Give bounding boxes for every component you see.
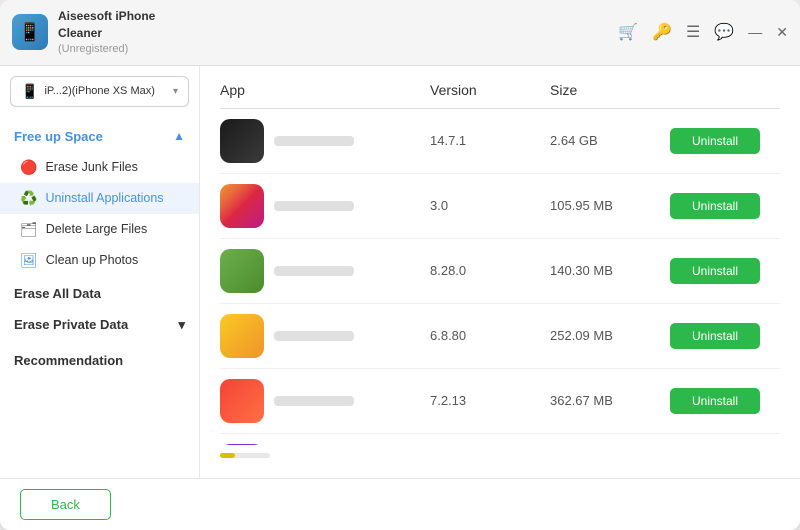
chevron-down-private-icon: ▾	[178, 317, 185, 333]
sidebar-item-clean-photos[interactable]: 🖼 Clean up Photos	[0, 245, 199, 276]
app-name-blurred	[274, 266, 354, 276]
col-version-header: Version	[430, 82, 550, 98]
uninstall-icon: ♻️	[20, 190, 37, 207]
recommendation-label: Recommendation	[14, 353, 123, 368]
close-button[interactable]: ✕	[776, 24, 788, 41]
main-panel: App Version Size 14.7.1 2.64 GB Uninstal…	[200, 66, 800, 478]
free-up-space-section[interactable]: Free up Space ▲	[0, 121, 199, 152]
version-cell: 6.8.80	[430, 328, 550, 343]
erase-icon: 🔴	[20, 159, 37, 176]
uninstall-button[interactable]: Uninstall	[670, 388, 760, 414]
app-icon-thumb	[220, 184, 264, 228]
uninstall-button[interactable]: Uninstall	[670, 258, 760, 284]
erase-all-label: Erase All Data	[14, 286, 101, 301]
pin-icon[interactable]: 🔑	[652, 22, 672, 42]
uninstall-button[interactable]: Uninstall	[670, 193, 760, 219]
size-cell: 362.67 MB	[550, 393, 670, 408]
app-icon-thumb	[220, 379, 264, 423]
main-content: 📱 iP...2)(iPhone XS Max) ▾ Free up Space…	[0, 66, 800, 478]
app-info-cell	[220, 379, 430, 423]
app-title: Aiseesoft iPhone Cleaner (Unregistered)	[58, 8, 155, 57]
app-icon-thumb	[220, 314, 264, 358]
col-app-header: App	[220, 82, 430, 98]
uninstall-button[interactable]: Uninstall	[670, 323, 760, 349]
title-bar: 📱 Aiseesoft iPhone Cleaner (Unregistered…	[0, 0, 800, 66]
collapse-arrow-icon: ▲	[173, 129, 185, 143]
app-name-blurred	[274, 136, 354, 146]
minimize-button[interactable]: —	[748, 24, 762, 40]
table-row: 9.21.1 1.28 GB Uninstall	[220, 434, 780, 445]
recommendation-section[interactable]: Recommendation	[0, 343, 199, 374]
uninstall-label: Uninstall Applications	[45, 191, 163, 205]
cleanup-icon: 🖼	[20, 252, 38, 269]
size-cell: 140.30 MB	[550, 263, 670, 278]
menu-icon[interactable]: ☰	[686, 22, 700, 42]
free-up-space-label: Free up Space	[14, 129, 103, 144]
progress-area	[220, 445, 780, 462]
table-row: 7.2.13 362.67 MB Uninstall	[220, 369, 780, 434]
col-size-header: Size	[550, 82, 670, 98]
chevron-down-icon: ▾	[173, 86, 178, 97]
uninstall-button[interactable]: Uninstall	[670, 128, 760, 154]
erase-private-label: Erase Private Data	[14, 317, 128, 332]
size-cell: 105.95 MB	[550, 198, 670, 213]
erase-private-data-section[interactable]: Erase Private Data ▾	[0, 307, 199, 343]
app-icon-thumb	[220, 119, 264, 163]
progress-bar-fill	[220, 453, 235, 458]
app-info-cell	[220, 184, 430, 228]
device-icon: 📱	[21, 83, 38, 100]
version-cell: 7.2.13	[430, 393, 550, 408]
app-window: 📱 Aiseesoft iPhone Cleaner (Unregistered…	[0, 0, 800, 530]
erase-all-data-section[interactable]: Erase All Data	[0, 276, 199, 307]
bottom-bar: Back	[0, 478, 800, 530]
delete-large-label: Delete Large Files	[46, 222, 147, 236]
device-selector[interactable]: 📱 iP...2)(iPhone XS Max) ▾	[10, 76, 189, 107]
progress-bar	[220, 453, 270, 458]
title-bar-controls: 🛒 🔑 ☰ 💬 — ✕	[618, 22, 788, 42]
table-row: 6.8.80 252.09 MB Uninstall	[220, 304, 780, 369]
sidebar-item-uninstall-apps[interactable]: ♻️ Uninstall Applications	[0, 183, 199, 214]
app-info-cell	[220, 249, 430, 293]
version-cell: 8.28.0	[430, 263, 550, 278]
version-cell: 14.7.1	[430, 133, 550, 148]
app-name-blurred	[274, 396, 354, 406]
clean-photos-label: Clean up Photos	[46, 253, 138, 267]
app-logo: 📱	[12, 14, 48, 50]
size-cell: 2.64 GB	[550, 133, 670, 148]
app-info-cell	[220, 314, 430, 358]
col-action-header	[670, 82, 780, 98]
sidebar: 📱 iP...2)(iPhone XS Max) ▾ Free up Space…	[0, 66, 200, 478]
app-name-blurred	[274, 201, 354, 211]
app-table: 14.7.1 2.64 GB Uninstall 3.0 105.95 MB U…	[220, 109, 780, 445]
table-row: 3.0 105.95 MB Uninstall	[220, 174, 780, 239]
device-label: iP...2)(iPhone XS Max)	[44, 85, 167, 97]
chat-icon[interactable]: 💬	[714, 22, 734, 42]
app-icon-thumb	[220, 249, 264, 293]
sidebar-item-erase-junk[interactable]: 🔴 Erase Junk Files	[0, 152, 199, 183]
erase-junk-label: Erase Junk Files	[45, 160, 137, 174]
app-info-cell	[220, 119, 430, 163]
cart-icon[interactable]: 🛒	[618, 22, 638, 42]
sidebar-item-delete-large[interactable]: 🗂 Delete Large Files	[0, 214, 199, 245]
table-header: App Version Size	[220, 82, 780, 109]
back-button[interactable]: Back	[20, 489, 111, 520]
title-bar-left: 📱 Aiseesoft iPhone Cleaner (Unregistered…	[12, 8, 155, 57]
app-name-blurred	[274, 331, 354, 341]
table-row: 14.7.1 2.64 GB Uninstall	[220, 109, 780, 174]
table-row: 8.28.0 140.30 MB Uninstall	[220, 239, 780, 304]
version-cell: 3.0	[430, 198, 550, 213]
delete-icon: 🗂	[20, 221, 38, 238]
size-cell: 252.09 MB	[550, 328, 670, 343]
